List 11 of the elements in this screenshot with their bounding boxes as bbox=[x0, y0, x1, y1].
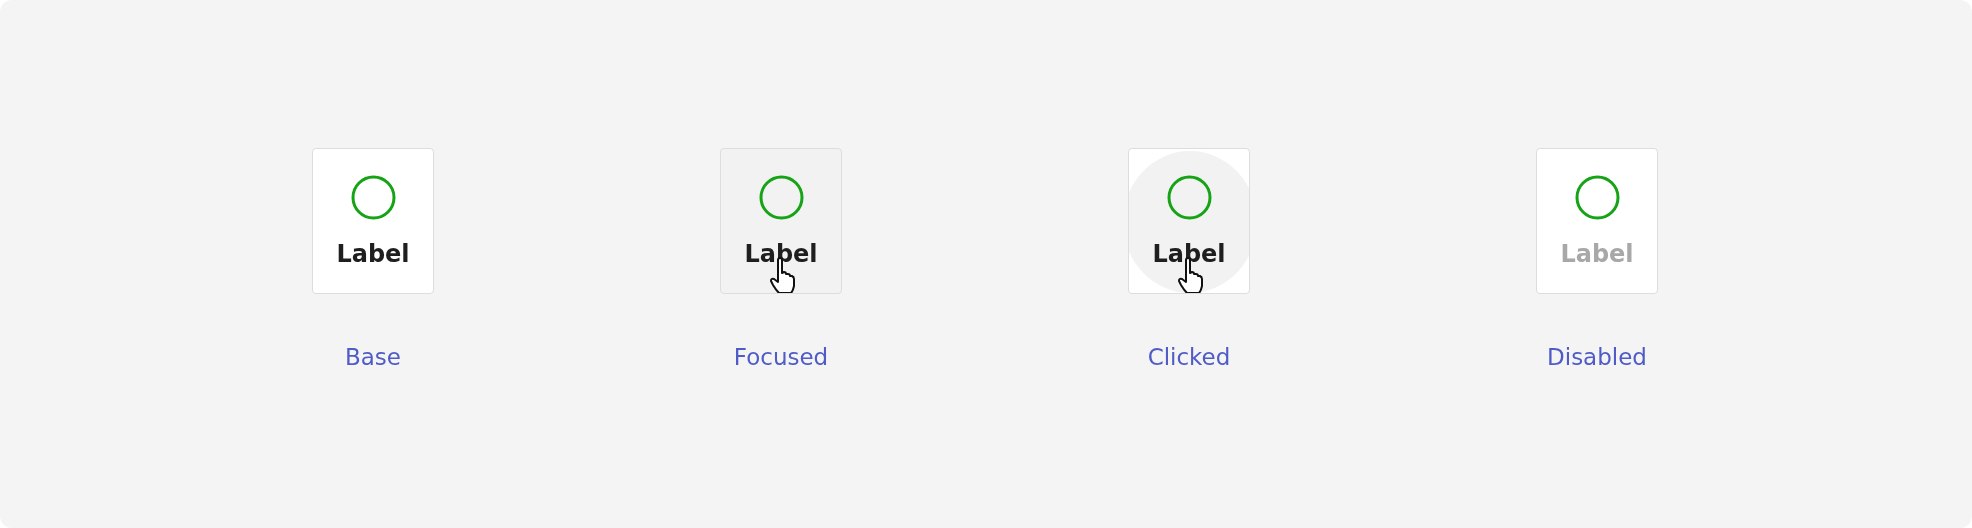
option-tile[interactable]: Label bbox=[312, 148, 434, 294]
option-tile[interactable]: Label bbox=[720, 148, 842, 294]
radio-circle-icon bbox=[1574, 175, 1620, 220]
state-caption: Disabled bbox=[1547, 344, 1647, 372]
state-caption: Base bbox=[345, 344, 401, 372]
radio-circle-icon bbox=[350, 175, 396, 220]
state-caption: Focused bbox=[733, 344, 829, 372]
radio-circle-icon bbox=[1166, 175, 1212, 220]
radio-circle-icon bbox=[758, 175, 804, 220]
option-tile[interactable]: Label bbox=[1128, 148, 1250, 294]
state-caption: Clicked bbox=[1147, 344, 1231, 372]
